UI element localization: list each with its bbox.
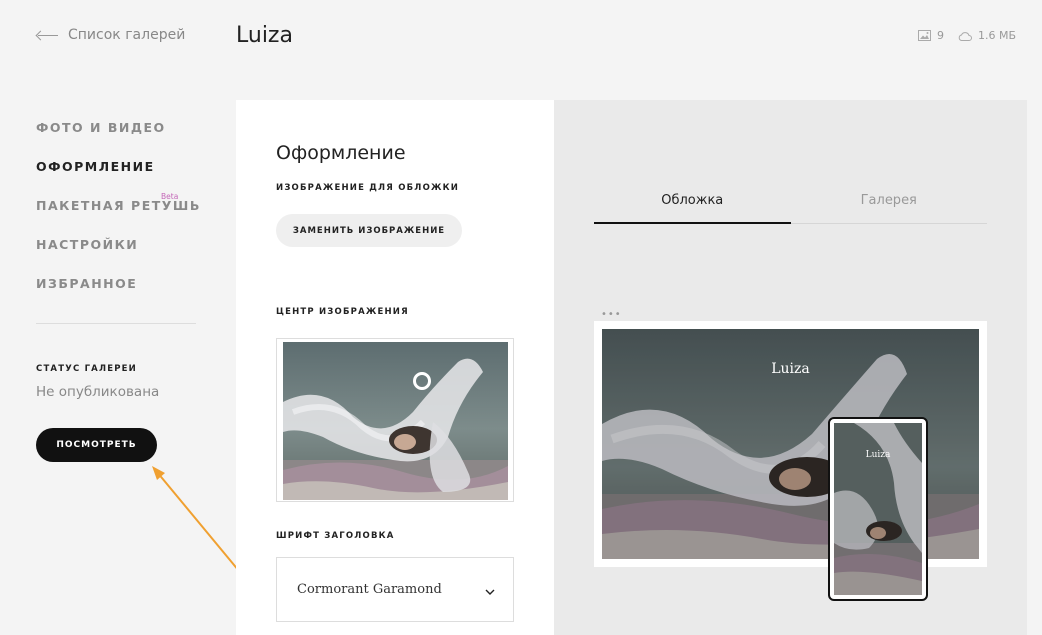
title-font-label: ШРИФТ ЗАГОЛОВКА [276, 531, 395, 541]
preview-area: Обложка Галерея ••• Luiza Luiza [554, 100, 1027, 635]
mobile-cover-title: Luiza [865, 450, 891, 460]
cloud-icon [958, 31, 972, 41]
tab-cover[interactable]: Обложка [594, 190, 791, 224]
mobile-cover-preview: Luiza [828, 417, 928, 601]
nav-item-label: ОФОРМЛЕНИЕ [36, 159, 155, 174]
more-options-icon[interactable]: ••• [601, 309, 622, 320]
image-center-label: ЦЕНТР ИЗОБРАЖЕНИЯ [276, 307, 409, 317]
gallery-sidebar-nav: ФОТО И ВИДЕО ОФОРМЛЕНИЕ ПАКЕТНАЯ РЕТУШЬ B… [36, 120, 199, 315]
nav-divider [36, 323, 196, 324]
focus-point-handle[interactable] [413, 372, 431, 390]
nav-item-batch-retouch[interactable]: ПАКЕТНАЯ РЕТУШЬ Beta [36, 192, 199, 237]
tab-gallery[interactable]: Галерея [791, 190, 988, 223]
gallery-status-label: СТАТУС ГАЛЕРЕИ [36, 364, 137, 374]
chevron-down-icon [485, 580, 495, 599]
nav-item-settings[interactable]: НАСТРОЙКИ [36, 237, 196, 276]
arrow-left-icon [36, 30, 58, 40]
image-icon [917, 30, 931, 41]
annotation-arrow-icon [152, 466, 245, 578]
title-font-select[interactable]: Cormorant Garamond [276, 557, 514, 622]
nav-item-label: ИЗБРАННОЕ [36, 276, 138, 291]
nav-item-photo-video[interactable]: ФОТО И ВИДЕО [36, 120, 196, 159]
focus-point-picker [276, 338, 514, 502]
view-gallery-button[interactable]: ПОСМОТРЕТЬ [36, 428, 157, 462]
preview-tabs: Обложка Галерея [594, 190, 987, 224]
photo-count: 9 [936, 29, 944, 42]
cover-title-text: Luiza [771, 361, 810, 377]
storage-size: 1.6 МБ [977, 29, 1016, 42]
beta-badge: Beta [161, 192, 179, 201]
gallery-status-value: Не опубликована [36, 384, 160, 400]
page-title: Luiza [236, 23, 293, 48]
font-select-value: Cormorant Garamond [297, 582, 442, 597]
design-settings-panel: Оформление ИЗОБРАЖЕНИЕ ДЛЯ ОБЛОЖКИ ЗАМЕН… [236, 100, 554, 635]
back-to-galleries-link[interactable]: Список галерей [36, 27, 185, 43]
nav-item-label: НАСТРОЙКИ [36, 237, 139, 252]
mobile-preview-image: Luiza [834, 423, 922, 595]
cover-image-label: ИЗОБРАЖЕНИЕ ДЛЯ ОБЛОЖКИ [276, 183, 460, 193]
gallery-stats: 9 1.6 МБ [917, 29, 1016, 42]
panel-title: Оформление [276, 142, 406, 164]
nav-item-label: ФОТО И ВИДЕО [36, 120, 166, 135]
replace-image-button[interactable]: ЗАМЕНИТЬ ИЗОБРАЖЕНИЕ [276, 214, 462, 247]
desktop-cover-preview: Luiza [594, 321, 987, 567]
nav-item-favorites[interactable]: ИЗБРАННОЕ [36, 276, 196, 315]
back-link-label: Список галерей [68, 27, 186, 43]
cover-image-thumbnail[interactable] [283, 342, 508, 500]
